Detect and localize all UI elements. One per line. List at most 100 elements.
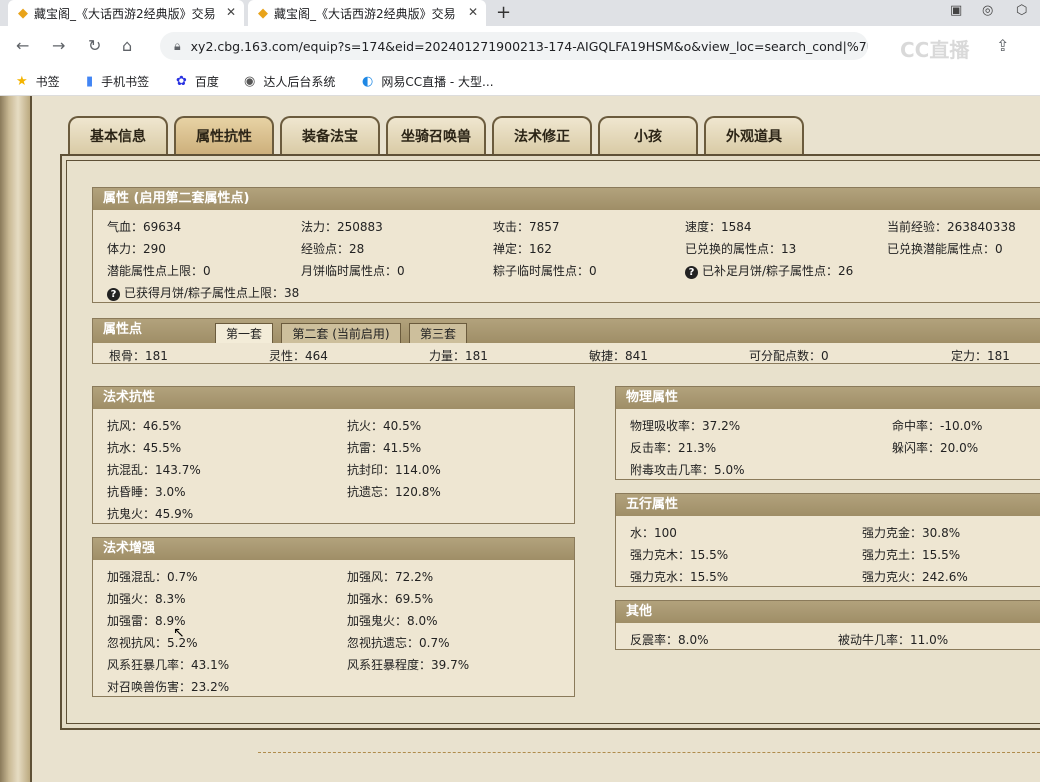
boost-value: 加强火：8.3% [107,592,186,606]
reload-icon[interactable]: ↻ [88,36,101,55]
five-elements-panel: 五行属性 水：100 强力克金：30.8% 强力克木：15.5% 强力克土：15… [615,493,1040,587]
page-content: 基本信息 属性抗性 装备法宝 坐骑召唤兽 法术修正 小孩 外观道具 属性 (启用… [0,96,1040,782]
spell-resist-title: 法术抗性 [93,387,574,409]
bookmark-label: 书签 [35,75,60,89]
watermark-logo: CC直播 [900,38,970,62]
attr-value: 经验点：28 [301,242,365,256]
bookmark-item[interactable]: ◐ 网易CC直播 - 大型... [362,73,494,90]
tab-search-icon[interactable]: ▣ [950,3,962,18]
attr-value: 已补足月饼/粽子属性点：26 [702,264,854,278]
help-icon[interactable]: ? [107,288,120,301]
attr-value: 体力：290 [107,242,166,256]
mouse-cursor-icon: ↖ [173,625,185,641]
spell-boost-title: 法术增强 [93,538,574,560]
subtab-label: 第二套 (当前启用) [292,327,390,341]
physical-panel: 物理属性 物理吸收率：37.2% 命中率：-10.0% 反击率：21.3% 躲闪… [615,386,1040,480]
close-tab-icon[interactable]: ✕ [226,5,236,19]
lock-icon: 🔒︎ [174,38,181,53]
resist-value: 抗鬼火：45.9% [107,507,194,521]
bookmark-item[interactable]: ◉ 达人后台系统 [244,73,335,90]
spell-boost-panel: 法术增强 加强混乱：0.7% 加强风：72.2% 加强火：8.3% 加强水：69… [92,537,575,697]
tab-label: 坐骑召唤兽 [401,129,471,145]
attr-value: 速度：1584 [685,220,752,234]
attr-value: 当前经验：263840338 [887,220,1016,234]
physical-value: 反击率：21.3% [630,441,717,455]
attr-value-help: ? 已补足月饼/粽子属性点：26 [685,262,853,279]
resist-value: 抗昏睡：3.0% [107,485,186,499]
tab-children[interactable]: 小孩 [598,116,698,154]
tab-equipment[interactable]: 装备法宝 [280,116,380,154]
globe-icon: ◉ [244,74,256,89]
tab-label: 装备法宝 [302,129,358,145]
baidu-icon: ✿ [176,74,187,89]
home-icon[interactable]: ⌂ [122,36,132,55]
divider [258,752,1040,753]
resist-value: 抗火：40.5% [347,419,422,433]
browser-tab-bar: ◆ 藏宝阁_《大话西游2经典版》交易 ✕ ◆ 藏宝阁_《大话西游2经典版》交易 … [0,0,1040,26]
boost-value: 忽视抗遗忘：0.7% [347,636,450,650]
point-value: 力量：181 [429,349,488,363]
attr-value: 已获得月饼/粽子属性点上限：38 [124,286,300,300]
boost-value: 对召唤兽伤害：23.2% [107,680,230,694]
boost-value: 加强风：72.2% [347,570,434,584]
share-icon[interactable]: ⇪ [996,36,1009,55]
other-panel: 其他 反震率：8.0% 被动牛几率：11.0% [615,600,1040,650]
browser-tab[interactable]: ◆ 藏宝阁_《大话西游2经典版》交易 ✕ [8,0,244,26]
help-icon[interactable]: ? [685,266,698,279]
boost-value: 加强鬼火：8.0% [347,614,438,628]
attributes-panel: 属性 (启用第二套属性点) 气血：69634 法力：250883 攻击：7857… [92,187,1040,303]
attr-value: 禅定：162 [493,242,552,256]
attr-value: 粽子临时属性点：0 [493,264,597,278]
bookmark-item[interactable]: ✿ 百度 [176,73,219,90]
new-tab-button[interactable]: + [496,2,511,23]
close-tab-icon[interactable]: ✕ [468,5,478,19]
attr-value: 气血：69634 [107,220,182,234]
attr-value: 已兑换潜能属性点：0 [887,242,1003,256]
tab-spell-correction[interactable]: 法术修正 [492,116,592,154]
star-icon: ★ [16,74,28,89]
tab-label: 属性抗性 [196,129,252,145]
element-value: 强力克水：15.5% [630,570,729,584]
subtab-label: 第一套 [225,327,262,341]
tab-attributes[interactable]: 属性抗性 [174,116,274,154]
extensions-icon[interactable]: ⬡ [1016,3,1027,18]
treasure-favicon-icon: ◆ [258,5,268,21]
bookmark-item[interactable]: ▮ 手机书签 [86,73,149,90]
tab-set-3[interactable]: 第三套 [409,323,467,343]
incognito-icon[interactable]: ◎ [982,3,993,18]
browser-tab[interactable]: ◆ 藏宝阁_《大话西游2经典版》交易 ✕ [248,0,486,26]
physical-value: 命中率：-10.0% [892,419,983,433]
point-value: 可分配点数：0 [749,349,829,363]
tab-label: 小孩 [634,129,662,145]
element-value: 强力克木：15.5% [630,548,729,562]
physical-value: 物理吸收率：37.2% [630,419,741,433]
resist-value: 抗风：46.5% [107,419,182,433]
tab-set-1[interactable]: 第一套 [215,323,273,343]
bookmark-label: 手机书签 [101,75,150,89]
forward-icon[interactable]: → [52,36,65,55]
bookmark-label: 百度 [194,75,219,89]
point-value: 定力：181 [951,349,1010,363]
tab-basic-info[interactable]: 基本信息 [68,116,168,154]
back-icon[interactable]: ← [16,36,29,55]
folder-icon: ▮ [86,74,94,89]
element-value: 强力克土：15.5% [862,548,961,562]
resist-value: 抗雷：41.5% [347,441,422,455]
attr-value-help: ? 已获得月饼/粽子属性点上限：38 [107,284,299,301]
cc-live-icon: ◐ [362,74,374,89]
tab-mounts-pets[interactable]: 坐骑召唤兽 [386,116,486,154]
decorative-border [0,96,30,782]
spell-resist-panel: 法术抗性 抗风：46.5% 抗火：40.5% 抗水：45.5% 抗雷：41.5%… [92,386,575,524]
treasure-favicon-icon: ◆ [18,5,28,21]
boost-value: 风系狂暴程度：39.7% [347,658,470,672]
tab-set-2[interactable]: 第二套 (当前启用) [281,323,401,343]
five-elements-title: 五行属性 [616,494,1040,516]
address-bar-row: ← → ↻ ⌂ 🔒︎ xy2.cbg.163.com/equip?s=174&e… [0,26,1040,66]
bookmark-item[interactable]: ★ 书签 [16,73,60,90]
attr-value: 法力：250883 [301,220,383,234]
boost-value: 加强混乱：0.7% [107,570,198,584]
physical-value: 附毒攻击几率：5.0% [630,463,745,477]
tab-appearance[interactable]: 外观道具 [704,116,804,154]
element-value: 强力克火：242.6% [862,570,968,584]
url-field[interactable]: 🔒︎ xy2.cbg.163.com/equip?s=174&eid=20240… [160,32,868,60]
